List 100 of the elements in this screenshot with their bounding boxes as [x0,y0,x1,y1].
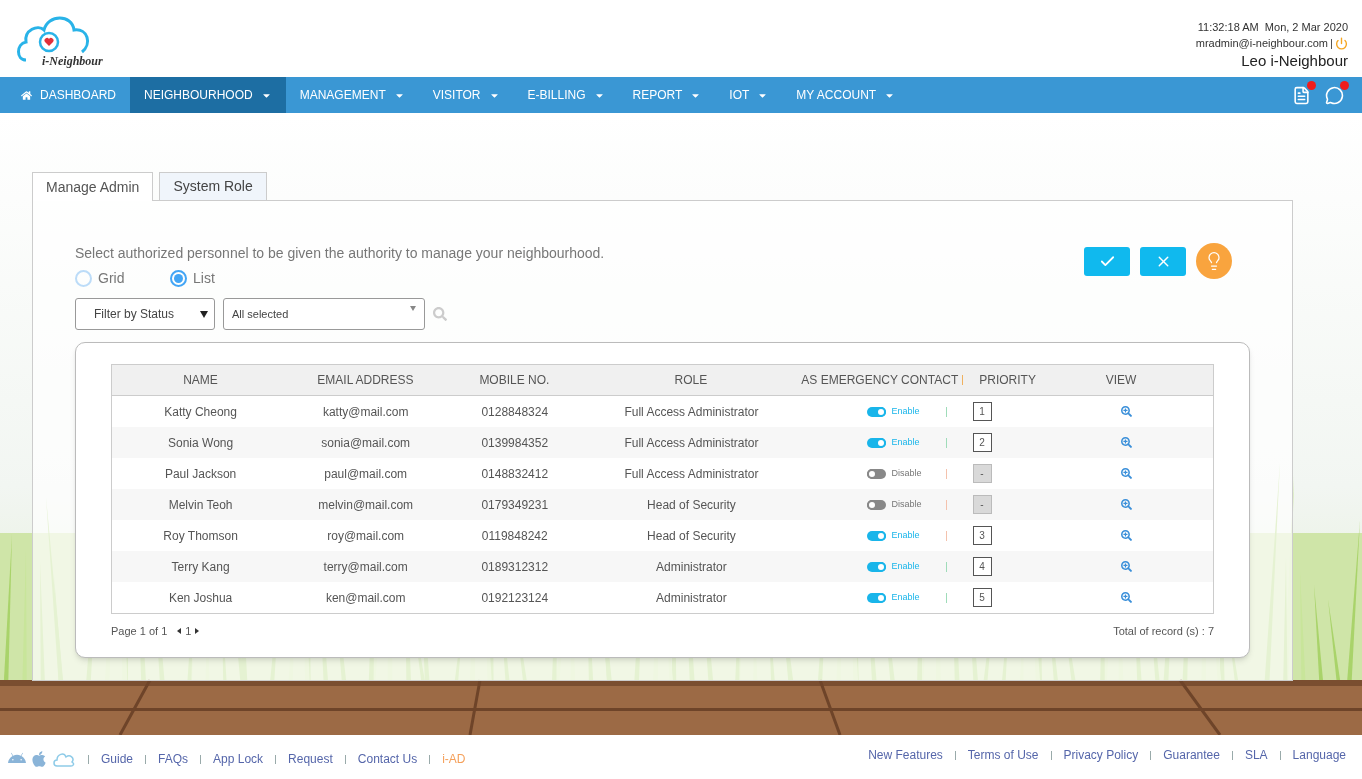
priority-box: 4 [972,557,992,576]
previous-page-icon[interactable] [177,628,182,635]
priority-box: 3 [972,526,992,545]
table-cell-text: Head of Security [647,496,736,514]
priority-box: - [972,495,992,514]
table-cell-text: Head of Security [647,527,736,545]
zoom-in-icon[interactable] [1121,592,1133,603]
zoom-in-icon[interactable] [1121,561,1133,572]
table-cell-text: 0128848324 [481,403,549,421]
priority-box: 5 [972,588,992,607]
table-cell-text: Paul Jackson [164,465,237,483]
tab[interactable]: Manage Admin [32,172,154,201]
confirm-button[interactable] [1084,247,1130,276]
footer-link[interactable]: Request [288,750,333,768]
power-icon[interactable] [1335,37,1348,50]
table-cell-text: Terry Kang [171,558,230,576]
nav-menu-item[interactable]: IOT [715,77,783,113]
table-cell-text: 0192123124 [481,589,549,607]
logo-text: i-Neighbour [42,53,103,70]
selection-dropdown[interactable]: All selected [223,298,425,330]
priority-box: - [972,464,992,483]
view-radio[interactable]: List [170,268,225,289]
table-cell-text: 0139984352 [481,434,549,452]
footer-link[interactable]: New Features [868,746,943,764]
tab[interactable]: System Role [159,172,267,200]
column-header: AS EMERGENCY CONTACT [801,372,959,389]
cloud-icon[interactable] [52,750,76,768]
nav-menu-item[interactable]: DASHBOARD [7,77,130,113]
user-email: mradmin@i-neighbour.com [1195,36,1328,51]
status-filter-dropdown[interactable]: Filter by Status [75,298,215,330]
footer-link[interactable]: Guarantee [1163,746,1220,764]
table-cell-text: sonia@mail.com [321,434,411,452]
table-cell-text: Melvin Teoh [168,496,233,514]
lightbulb-button[interactable] [1196,243,1232,279]
user-name[interactable]: Leo i-Neighbour [1241,52,1348,70]
page-info: Page 1 of 1 [111,624,168,639]
table-cell-text: 0148832412 [481,465,549,483]
datetime: 11:32:18 AM Mon, 2 Mar 2020 [1197,20,1348,35]
table-cell-text: Full Access Administrator [624,465,759,483]
nav-menu-item[interactable]: NEIGHBOURHOOD [130,77,286,113]
toggle-switch[interactable] [866,437,886,448]
chat-icon[interactable] [1325,85,1344,105]
table-cell-text: Sonia Wong [168,434,234,452]
table-cell-text: Administrator [656,589,727,607]
toggle-switch[interactable] [866,530,886,541]
table-cell-text: Full Access Administrator [624,403,759,421]
table-cell-text: 0119848242 [481,527,548,545]
table-cell-text: 0179349231 [481,496,549,514]
nav-menu-item[interactable]: MY ACCOUNT [782,77,910,113]
zoom-in-icon[interactable] [1121,437,1133,448]
priority-box: 1 [972,402,992,421]
footer-link[interactable]: Contact Us [357,750,418,768]
status-label: Enable [891,590,921,604]
status-label: Disable [891,466,923,480]
zoom-in-icon[interactable] [1121,406,1133,417]
footer-link[interactable]: FAQs [158,750,189,768]
document-icon[interactable] [1292,85,1311,105]
footer-link[interactable]: Terms of Use [967,746,1039,764]
table-cell-text: 0189312312 [481,558,549,576]
table-cell-text: Administrator [656,558,727,576]
toggle-switch[interactable] [866,561,886,572]
nav-menu-item[interactable]: VISITOR [418,77,514,113]
zoom-in-icon[interactable] [1121,530,1133,541]
column-header: PRIORITY [979,372,1036,389]
table-cell-text: terry@mail.com [323,558,408,576]
apple-icon[interactable] [30,750,48,768]
nav-menu-item[interactable]: MANAGEMENT [285,77,419,113]
instruction-text: Select authorized personnel to be given the authority to manage your neighbourhood. [75,244,605,263]
footer-link[interactable]: App Lock [213,750,264,768]
column-header: ROLE [674,372,708,389]
status-label: Enable [891,528,921,542]
logo[interactable]: i-Neighbour [14,8,118,76]
table-cell-text: ken@mail.com [325,589,406,607]
nav-menu-item[interactable]: E-BILLING [513,77,619,113]
column-header: NAME [183,372,218,389]
toggle-switch[interactable] [866,499,886,510]
toggle-switch[interactable] [866,468,886,479]
record-total: Total of record (s) : 7 [1113,624,1214,639]
page-number[interactable]: 1 [185,623,192,640]
priority-box: 2 [972,433,992,452]
column-header: EMAIL ADDRESS [317,372,414,389]
table-cell-text: Full Access Administrator [624,434,759,452]
column-header: MOBILE NO. [479,372,550,389]
home-icon [21,89,32,101]
next-page-icon[interactable] [195,628,200,635]
footer-link[interactable]: Guide [101,750,134,768]
nav-menu-item[interactable]: REPORT [618,77,716,113]
table-cell-text: Roy Thomson [163,527,238,545]
table-cell-text: melvin@mail.com [318,496,414,514]
view-radio[interactable]: Grid [75,268,130,289]
status-label: Enable [891,435,921,449]
zoom-in-icon[interactable] [1121,499,1133,510]
status-label: Enable [891,559,921,573]
zoom-in-icon[interactable] [1121,468,1133,479]
footer-link[interactable]: Language [1292,746,1346,764]
status-label: Enable [891,404,921,418]
toggle-switch[interactable] [866,406,886,417]
footer-link[interactable]: Privacy Policy [1063,746,1139,764]
toggle-switch[interactable] [866,592,886,603]
footer-link[interactable]: SLA [1244,746,1268,764]
